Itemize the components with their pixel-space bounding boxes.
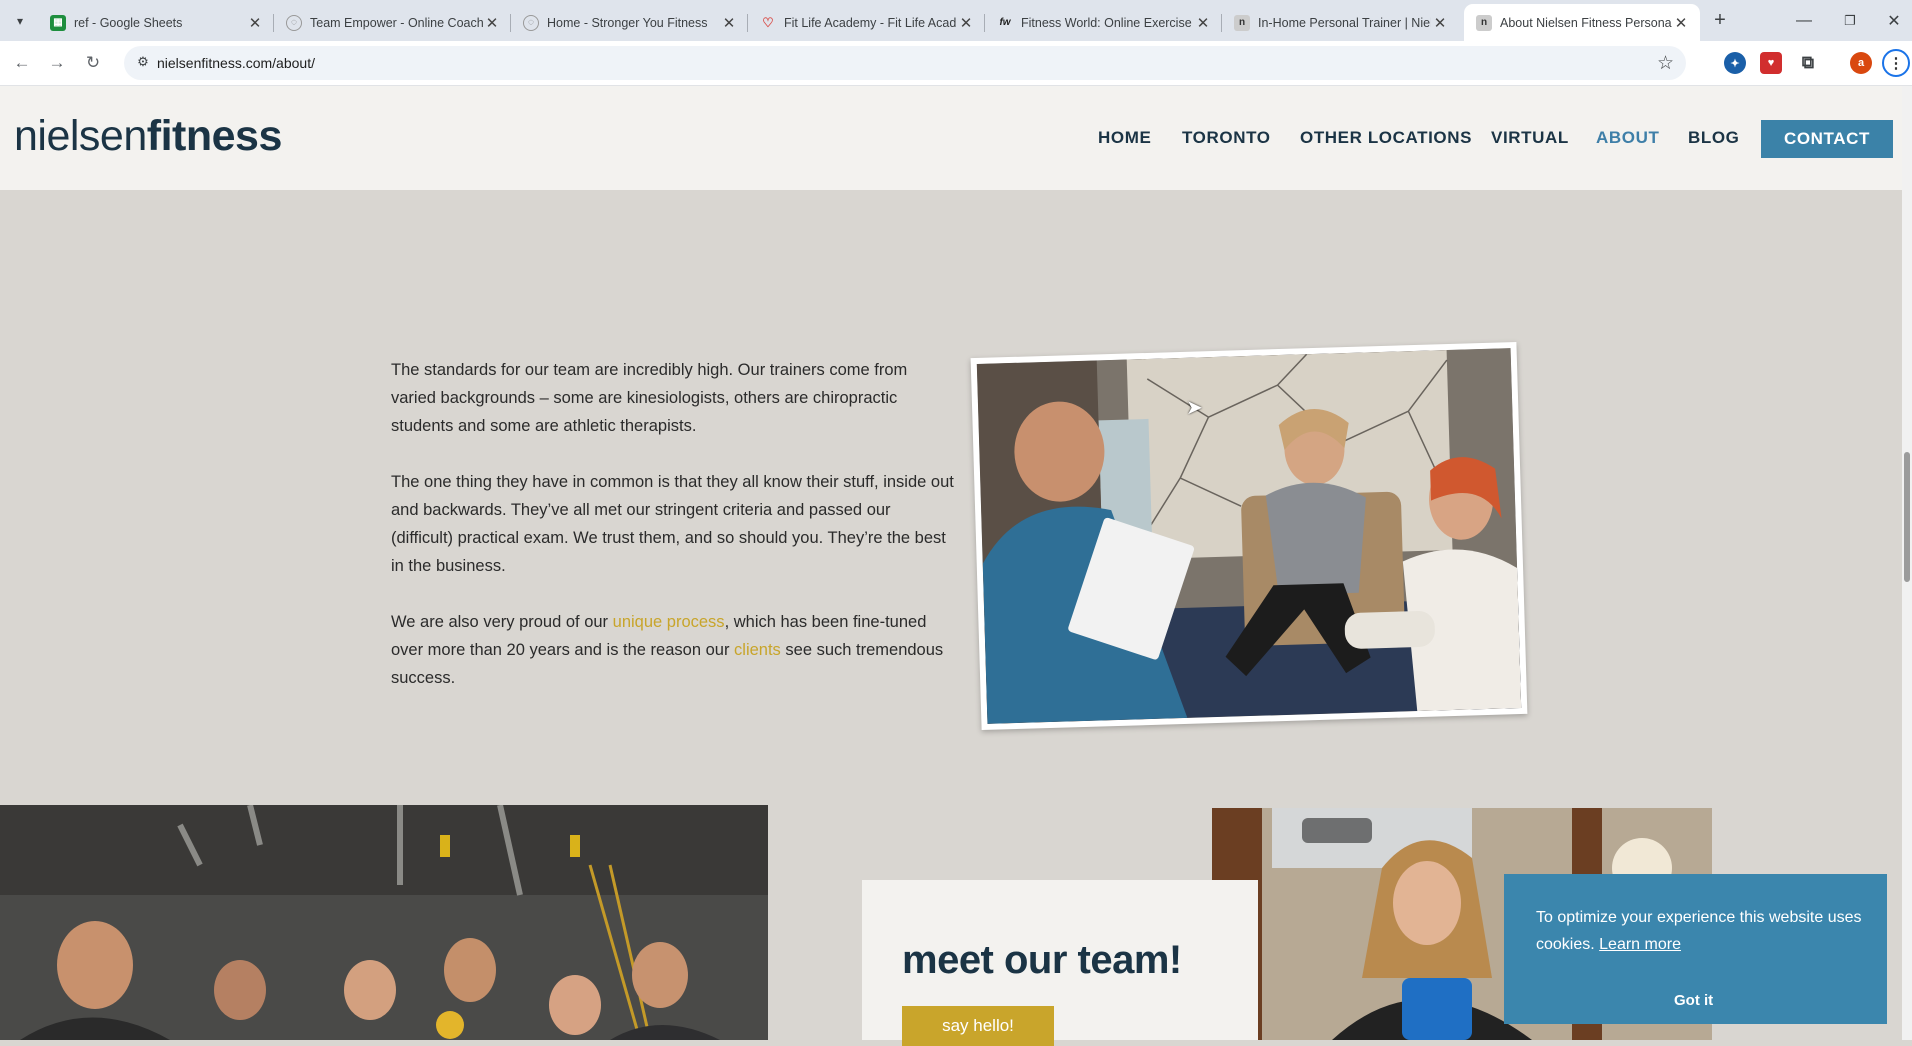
tab-title: Team Empower - Online Coachi — [310, 15, 483, 30]
tab-title: Fit Life Academy - Fit Life Acad — [784, 15, 957, 30]
tab-strip: ▾ ▦ ref - Google Sheets ✕ ◌ Team Empower… — [0, 0, 1912, 41]
close-icon[interactable]: ✕ — [1431, 14, 1449, 32]
nav-virtual[interactable]: VIRTUAL — [1491, 128, 1569, 148]
sheets-icon: ▦ — [50, 14, 66, 31]
browser-toolbar: ← → ↻ ⚙ nielsenfitness.com/about/ ☆ ✦ ♥ … — [0, 41, 1912, 86]
meet-team-heading: meet our team! — [902, 938, 1182, 982]
tab-title: In-Home Personal Trainer | Niel — [1258, 15, 1431, 30]
close-icon[interactable]: ✕ — [1194, 14, 1212, 32]
team-group-photo — [0, 805, 768, 1040]
nielsen-icon: n — [1476, 14, 1492, 31]
text-segment: We are also very proud of our — [391, 613, 613, 631]
tab-team-empower[interactable]: ◌ Team Empower - Online Coachi ✕ — [274, 4, 511, 41]
tab-stronger-you[interactable]: ◌ Home - Stronger You Fitness ✕ — [511, 4, 748, 41]
bookmark-star-icon[interactable]: ☆ — [1657, 52, 1674, 75]
unique-process-link[interactable]: unique process — [613, 613, 725, 631]
site-logo[interactable]: nielsenfitness — [14, 112, 282, 161]
extensions-puzzle-icon[interactable]: ⧉ — [1797, 52, 1819, 74]
paragraph-process: We are also very proud of our unique pro… — [391, 608, 956, 692]
close-icon[interactable]: ✕ — [720, 14, 738, 32]
globe-icon: ◌ — [523, 14, 539, 31]
forward-icon[interactable]: → — [43, 49, 71, 77]
extension-shield-icon[interactable]: ♥ — [1760, 52, 1782, 74]
profile-avatar[interactable]: a — [1850, 52, 1872, 74]
url-text[interactable]: nielsenfitness.com/about/ — [157, 55, 315, 71]
globe-icon: ◌ — [286, 14, 302, 31]
say-hello-button[interactable]: say hello! — [902, 1006, 1054, 1046]
extension-blue-icon[interactable]: ✦ — [1724, 52, 1746, 74]
nav-about[interactable]: ABOUT — [1596, 128, 1659, 148]
tab-google-sheets[interactable]: ▦ ref - Google Sheets ✕ — [38, 4, 274, 41]
cookie-banner: To optimize your experience this website… — [1504, 874, 1887, 1024]
nav-other-locations[interactable]: OTHER LOCATIONS — [1300, 128, 1472, 148]
tab-title: Home - Stronger You Fitness — [547, 15, 708, 30]
group-photo-illustration — [0, 805, 768, 1040]
cookie-message: To optimize your experience this website… — [1536, 904, 1876, 958]
tab-title: Fitness World: Online Exercise C — [1021, 15, 1194, 30]
close-icon[interactable]: ✕ — [483, 14, 501, 32]
tab-title: About Nielsen Fitness Personal — [1500, 15, 1672, 30]
close-icon[interactable]: ✕ — [957, 14, 975, 32]
back-icon[interactable]: ← — [8, 49, 36, 77]
nav-home[interactable]: HOME — [1098, 128, 1151, 148]
new-tab-icon[interactable]: + — [1707, 8, 1733, 34]
tab-search-icon[interactable]: ▾ — [8, 9, 32, 33]
about-text: The standards for our team are incredibl… — [391, 356, 956, 720]
clients-link[interactable]: clients — [734, 641, 781, 659]
tab-in-home-trainer[interactable]: n In-Home Personal Trainer | Niel ✕ — [1222, 4, 1459, 41]
nav-blog[interactable]: BLOG — [1688, 128, 1740, 148]
paragraph-common: The one thing they have in common is tha… — [391, 473, 954, 575]
contact-button[interactable]: CONTACT — [1761, 120, 1893, 158]
meet-team-card: meet our team! say hello! — [862, 880, 1258, 1046]
mouse-cursor-icon: ➤ — [1186, 397, 1203, 419]
restore-icon[interactable]: ❐ — [1826, 0, 1874, 41]
minimize-icon[interactable]: — — [1780, 0, 1828, 41]
trainer-consultation-photo — [970, 341, 1528, 731]
site-header: nielsenfitness HOME TORONTO OTHER LOCATI… — [0, 86, 1902, 190]
logo-bold-text: fitness — [146, 112, 283, 160]
heart-icon: ♡ — [762, 14, 774, 30]
nav-toronto[interactable]: TORONTO — [1182, 128, 1271, 148]
got-it-button[interactable]: Got it — [1674, 992, 1713, 1009]
nielsen-icon: n — [1234, 14, 1250, 31]
cookie-text: To optimize your experience this website… — [1536, 909, 1862, 953]
site-info-icon[interactable]: ⚙ — [134, 54, 152, 72]
logo-light-text: nielsen — [14, 112, 147, 160]
close-icon[interactable]: ✕ — [246, 14, 264, 32]
tab-title: ref - Google Sheets — [74, 15, 183, 30]
address-bar[interactable]: ⚙ nielsenfitness.com/about/ ☆ — [124, 46, 1686, 80]
window-close-icon[interactable]: ✕ — [1870, 0, 1912, 41]
paragraph-trainers: The standards for our team are incredibl… — [391, 361, 908, 435]
tab-about-nielsen[interactable]: n About Nielsen Fitness Personal ✕ — [1464, 4, 1700, 41]
close-icon[interactable]: ✕ — [1672, 14, 1690, 32]
browser-menu-icon[interactable]: ⋮ — [1882, 49, 1910, 77]
reload-icon[interactable]: ↻ — [79, 49, 107, 77]
fw-icon: fw — [999, 17, 1011, 28]
learn-more-link[interactable]: Learn more — [1599, 936, 1681, 953]
photo-illustration — [976, 348, 1522, 724]
tab-fit-life-academy[interactable]: ♡ Fit Life Academy - Fit Life Acad ✕ — [748, 4, 985, 41]
scrollbar-thumb[interactable] — [1904, 452, 1910, 582]
tab-fitness-world[interactable]: fw Fitness World: Online Exercise C ✕ — [985, 4, 1222, 41]
